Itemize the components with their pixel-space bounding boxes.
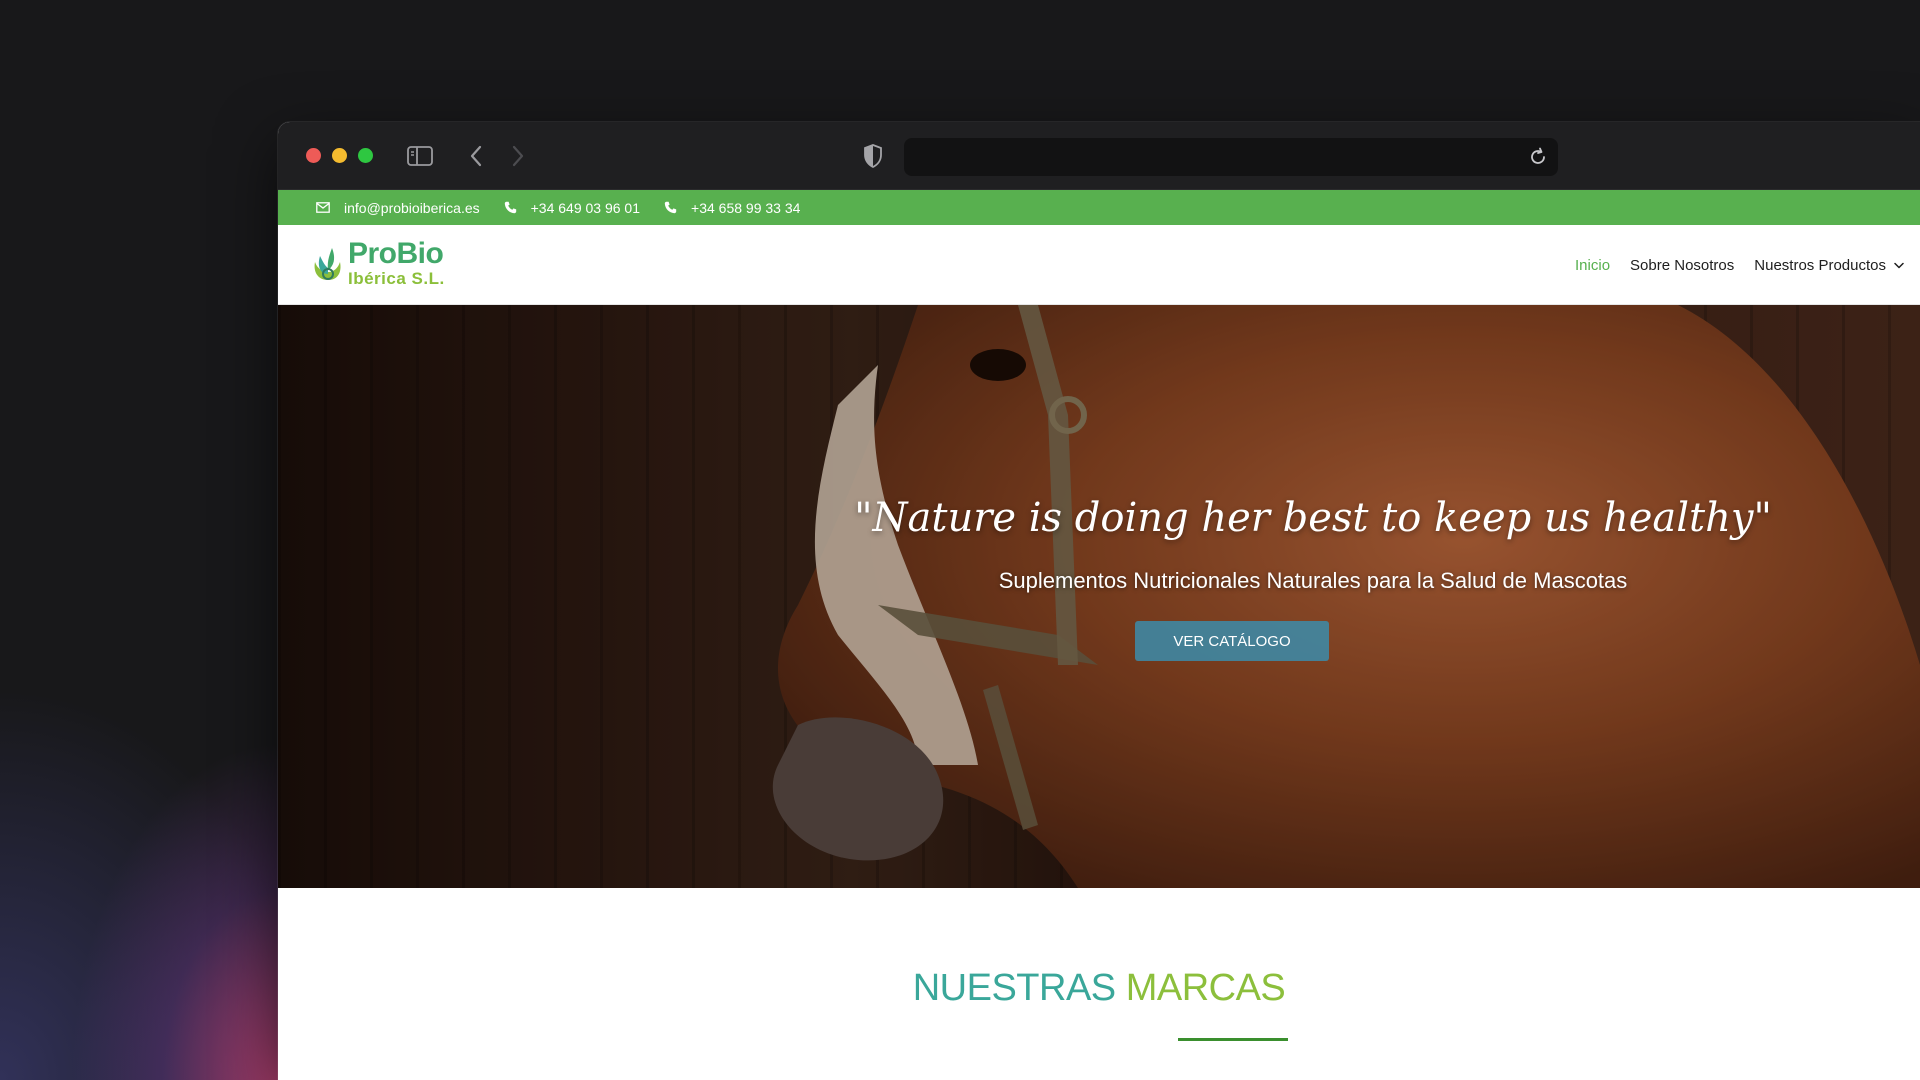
brands-section-title: NUESTRAS MARCAS <box>278 967 1920 1010</box>
view-catalog-button[interactable]: VER CATÁLOGO <box>1135 621 1329 661</box>
site-logo[interactable]: ProBio Ibérica S.L. <box>312 239 445 287</box>
phone-icon <box>664 201 677 214</box>
main-nav: Inicio Sobre Nosotros Nuestros Productos <box>1555 225 1904 305</box>
logo-wordmark: ProBio <box>348 237 444 270</box>
hero-overlay <box>278 305 1920 888</box>
hero-subtitle: Suplementos Nutricionales Naturales para… <box>998 568 1628 593</box>
brands-title-underline <box>1178 1038 1288 1041</box>
logo-subtitle: Ibérica S.L. <box>348 269 445 288</box>
contact-phone-1[interactable]: +34 649 03 96 01 <box>504 200 640 216</box>
hero-banner: "Nature is doing her best to keep us hea… <box>278 305 1920 888</box>
sidebar-icon[interactable] <box>406 144 434 168</box>
mail-icon <box>316 202 330 213</box>
leaf-logo-icon <box>314 248 341 280</box>
browser-toolbar <box>278 122 1920 190</box>
reload-icon[interactable] <box>1528 147 1548 167</box>
close-window-button[interactable] <box>306 148 321 163</box>
phone-1-text: +34 649 03 96 01 <box>530 199 641 216</box>
phone-icon <box>504 201 516 214</box>
shield-icon[interactable] <box>860 142 886 170</box>
brands-title-part1: NUESTRAS <box>912 967 1126 1009</box>
zoom-window-button[interactable] <box>358 148 373 163</box>
browser-window: info@probioiberica.es +34 649 03 96 01 +… <box>278 122 1920 1080</box>
email-text: info@probioiberica.es <box>344 199 480 216</box>
hero-quote: "Nature is doing her best to keep us hea… <box>854 495 1772 541</box>
nav-item-inicio[interactable]: Inicio <box>1575 257 1610 274</box>
contact-email[interactable]: info@probioiberica.es <box>316 200 480 216</box>
nav-item-sobre-nosotros[interactable]: Sobre Nosotros <box>1630 257 1734 274</box>
contact-phone-2[interactable]: +34 658 99 33 34 <box>664 200 800 216</box>
brands-title-part2: MARCAS <box>1125 967 1286 1009</box>
chevron-right-icon[interactable] <box>506 142 530 170</box>
chevron-left-icon[interactable] <box>464 142 488 170</box>
contact-topbar: info@probioiberica.es +34 649 03 96 01 +… <box>278 190 1920 225</box>
nav-item-label: Nuestros Productos <box>1754 256 1886 274</box>
address-bar[interactable] <box>904 138 1558 176</box>
site-header: ProBio Ibérica S.L. Inicio Sobre Nosotro… <box>278 225 1920 305</box>
minimize-window-button[interactable] <box>332 148 347 163</box>
chevron-down-icon <box>1894 262 1904 268</box>
nav-item-nuestros-productos[interactable]: Nuestros Productos <box>1754 257 1904 274</box>
phone-2-text: +34 658 99 33 34 <box>691 199 801 216</box>
